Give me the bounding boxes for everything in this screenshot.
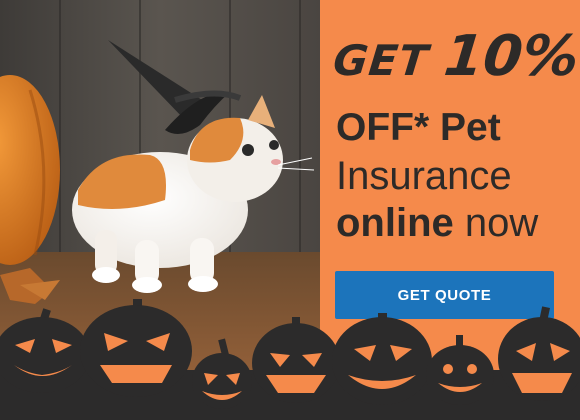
pumpkin-silhouette-1 [0,308,90,393]
headline-insurance: Insurance [336,154,512,198]
headline-percent: 10% [441,24,580,89]
headline-get: GET [331,36,431,85]
pumpkin-silhouette-7 [498,306,580,401]
headline-online-now: online now [336,200,580,246]
pumpkin-silhouette-2 [80,299,192,397]
jack-o-lantern-row [0,299,580,420]
halloween-pet-insurance-ad: GET 10% OFF* Pet Insurance online now GE… [0,0,580,420]
headline-off-pet: OFF* Pet [336,106,501,149]
headline-discount: GET 10% [331,24,580,89]
pumpkin-silhouette-3 [192,338,252,409]
headline-now: now [453,201,539,245]
pumpkin-silhouette-6 [426,335,494,405]
pumpkin-silhouette-5 [332,313,432,405]
pumpkin-silhouette-4 [252,317,340,403]
headline-online: online [336,201,454,245]
